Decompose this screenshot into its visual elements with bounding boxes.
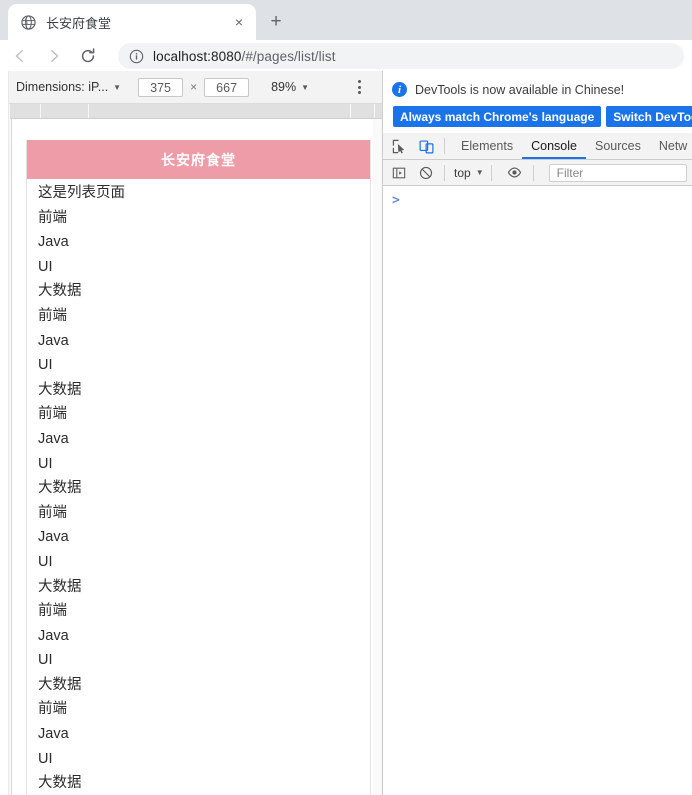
- list-item[interactable]: UI: [27, 452, 370, 477]
- devtools-tab-bar: Elements Console Sources Netw: [383, 133, 692, 160]
- device-toolbar-icon[interactable]: [415, 135, 437, 157]
- info-icon: i: [392, 82, 407, 97]
- page-intro-text: 这是列表页面: [38, 185, 125, 201]
- console-toolbar: top ▼ Filter: [383, 160, 692, 186]
- site-info-icon[interactable]: [128, 48, 144, 64]
- banner-message-row: i DevTools is now available in Chinese!: [392, 82, 624, 97]
- page-content-card: 长安府食堂 这是列表页面 前端 Java UI 大数据 前端 Java UI 大数据 前端 Jav…: [26, 140, 371, 795]
- zoom-dropdown[interactable]: 89% ▼: [271, 80, 309, 94]
- list-item[interactable]: 前端: [27, 206, 370, 231]
- console-filter-input[interactable]: Filter: [548, 163, 687, 182]
- clear-console-icon[interactable]: [415, 162, 437, 184]
- list-item[interactable]: UI: [27, 353, 370, 378]
- close-icon[interactable]: ×: [230, 13, 248, 31]
- chevron-down-icon: ▼: [475, 168, 484, 177]
- list-item[interactable]: 大数据: [27, 378, 370, 403]
- list-item[interactable]: Java: [27, 329, 370, 354]
- list-item[interactable]: 大数据: [27, 476, 370, 501]
- list-item[interactable]: 大数据: [27, 279, 370, 304]
- banner-message: DevTools is now available in Chinese!: [415, 82, 625, 97]
- dimension-separator: ×: [190, 80, 198, 94]
- list-item[interactable]: UI: [27, 550, 370, 575]
- list-item[interactable]: 大数据: [27, 673, 370, 698]
- list-item[interactable]: UI: [27, 255, 370, 280]
- list-item[interactable]: 前端: [27, 402, 370, 427]
- globe-icon: [20, 14, 36, 30]
- list-item[interactable]: Java: [27, 427, 370, 452]
- list-item[interactable]: UI: [27, 648, 370, 673]
- forward-icon[interactable]: [40, 42, 68, 70]
- address-bar[interactable]: localhost:8080/#/pages/list/list: [118, 43, 684, 69]
- device-emulation-toolbar: Dimensions: iP... ▼ 375 × 667 89% ▼: [0, 71, 382, 104]
- list-item[interactable]: 前端: [27, 304, 370, 329]
- tab-network[interactable]: Netw: [650, 133, 692, 159]
- device-emulation-area: 长安府食堂 这是列表页面 前端 Java UI 大数据 前端 Java UI 大数据 前端 Jav…: [0, 104, 382, 795]
- console-sidebar-icon[interactable]: [388, 162, 410, 184]
- toolbar-divider: [444, 164, 445, 181]
- tab-title: 长安府食堂: [46, 15, 112, 31]
- page-body: 这是列表页面 前端 Java UI 大数据 前端 Java UI 大数据 前端 Java UI 大数据…: [27, 179, 370, 795]
- vertical-dots-icon[interactable]: [350, 77, 368, 97]
- chevron-down-icon: ▼: [301, 82, 310, 92]
- url-host: localhost:8080: [153, 48, 242, 64]
- page-viewport: 长安府食堂 这是列表页面 前端 Java UI 大数据 前端 Java UI 大数据 前端 Jav…: [11, 119, 381, 795]
- viewport-ruler: [10, 104, 382, 119]
- url-text: localhost:8080/#/pages/list/list: [153, 49, 336, 64]
- viewport-width-input[interactable]: 375: [138, 77, 184, 97]
- always-match-language-button[interactable]: Always match Chrome's language: [393, 106, 602, 127]
- devtools-language-banner: i DevTools is now available in Chinese! …: [383, 71, 692, 134]
- live-expression-icon[interactable]: [504, 162, 526, 184]
- chevron-down-icon: ▼: [113, 82, 122, 92]
- toolbar-divider: [444, 138, 445, 154]
- reload-icon[interactable]: [74, 42, 102, 70]
- list-item[interactable]: 大数据: [27, 771, 370, 795]
- category-list: 前端 Java UI 大数据 前端 Java UI 大数据 前端 Java UI 大数据 前端 Java U…: [27, 206, 370, 795]
- device-dimensions-dropdown[interactable]: Dimensions: iP... ▼: [16, 80, 121, 94]
- list-item[interactable]: Java: [27, 230, 370, 255]
- viewport-scrollbar[interactable]: [373, 119, 381, 795]
- list-item[interactable]: Java: [27, 722, 370, 747]
- browser-tab[interactable]: 长安府食堂 ×: [8, 4, 256, 40]
- page-header-title: 长安府食堂: [27, 140, 370, 179]
- toolbar-divider: [532, 164, 534, 181]
- back-icon[interactable]: [6, 42, 34, 70]
- list-item[interactable]: 前端: [27, 599, 370, 624]
- viewport-height-input[interactable]: 667: [204, 77, 250, 97]
- list-item[interactable]: 前端: [27, 501, 370, 526]
- console-output-area[interactable]: >: [383, 186, 692, 795]
- switch-devtools-language-button[interactable]: Switch DevTools to: [606, 106, 692, 127]
- filter-placeholder: Filter: [556, 165, 584, 180]
- tab-sources[interactable]: Sources: [586, 133, 650, 159]
- list-item[interactable]: Java: [27, 525, 370, 550]
- window-left-edge: [0, 71, 9, 795]
- new-tab-button[interactable]: +: [262, 8, 290, 36]
- console-prompt-icon: >: [392, 193, 400, 208]
- toolbar-divider: [490, 164, 492, 181]
- tab-strip: 长安府食堂 × +: [0, 0, 692, 40]
- url-path: /#/pages/list/list: [241, 48, 336, 64]
- list-item[interactable]: 前端: [27, 697, 370, 722]
- tab-console[interactable]: Console: [522, 133, 586, 159]
- browser-window: 长安府食堂 × + localhost:8080/#/pages/list/li…: [0, 0, 692, 795]
- list-item[interactable]: UI: [27, 747, 370, 772]
- zoom-level-label: 89%: [271, 80, 297, 94]
- list-item[interactable]: 大数据: [27, 575, 370, 600]
- inspect-element-icon[interactable]: [388, 135, 410, 157]
- address-bar-row: localhost:8080/#/pages/list/list: [0, 40, 692, 71]
- browser-chrome: 长安府食堂 × + localhost:8080/#/pages/list/li…: [0, 0, 692, 71]
- tab-elements[interactable]: Elements: [452, 133, 522, 159]
- execution-context-label: top: [454, 165, 471, 180]
- device-dimensions-label: Dimensions: iP...: [16, 80, 109, 94]
- list-item[interactable]: Java: [27, 624, 370, 649]
- execution-context-dropdown[interactable]: top ▼: [454, 166, 484, 180]
- devtools-panel: i DevTools is now available in Chinese! …: [382, 71, 692, 795]
- banner-buttons: Always match Chrome's language Switch De…: [393, 106, 692, 127]
